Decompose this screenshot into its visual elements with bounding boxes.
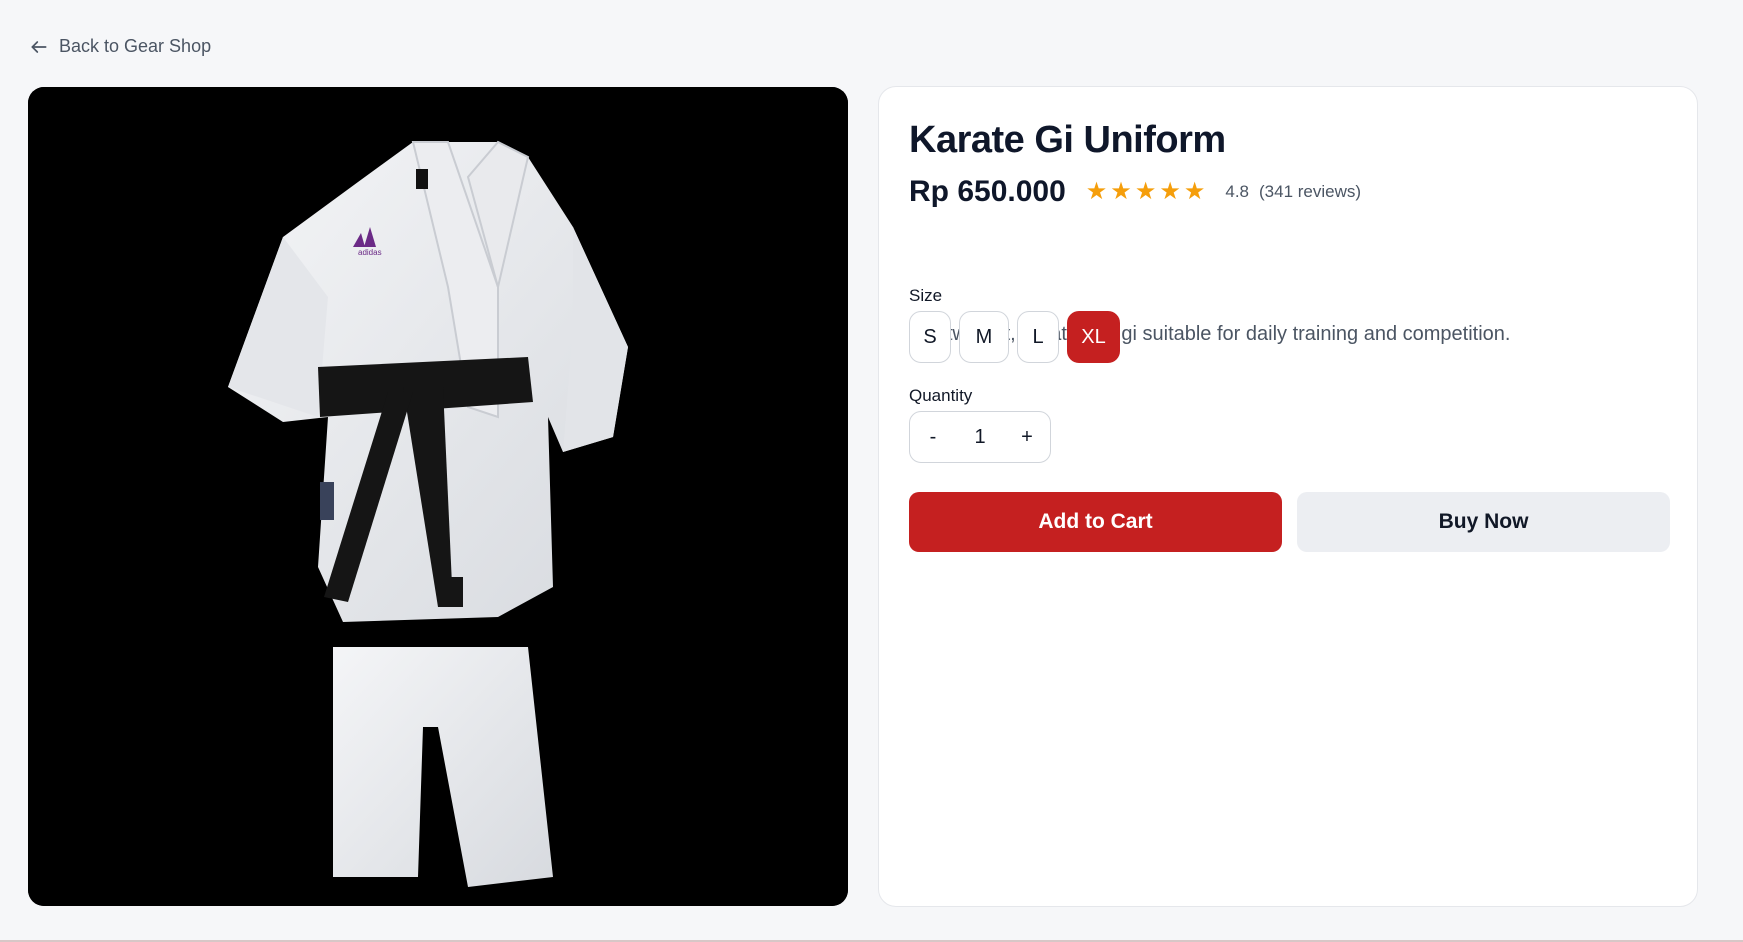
product-image: adidas [28,87,848,906]
karate-gi-illustration: adidas [28,87,848,906]
purchase-actions: Add to Cart Buy Now [909,492,1670,552]
quantity-value[interactable]: 1 [974,426,985,449]
quantity-label: Quantity [909,386,973,405]
quantity-stepper: - 1 + [909,411,1051,463]
star-icon: ★ [1110,178,1132,205]
price-rating-row: Rp 650.000 ★ ★ ★ ★ ★ 4.8 (341 reviews) [909,175,1361,209]
quantity-increment-button[interactable]: + [1018,426,1036,449]
product-detail-card: Karate Gi Uniform Rp 650.000 ★ ★ ★ ★ ★ 4… [878,86,1698,907]
rating-stars: ★ ★ ★ ★ ★ [1086,180,1206,204]
back-link-label: Back to Gear Shop [59,36,212,56]
review-count: (341 reviews) [1259,182,1362,201]
size-option-xl[interactable]: XL [1067,311,1120,363]
star-icon: ★ [1183,178,1206,205]
size-label: Size [909,286,943,305]
add-to-cart-button[interactable]: Add to Cart [909,492,1282,552]
size-option-m[interactable]: M [959,311,1009,363]
arrow-left-icon [31,40,47,53]
product-price: Rp 650.000 [909,175,1066,208]
size-option-l[interactable]: L [1017,311,1059,363]
star-icon: ★ [1159,178,1181,205]
size-option-s[interactable]: S [909,311,951,363]
buy-now-button[interactable]: Buy Now [1297,492,1670,552]
quantity-decrement-button[interactable]: - [924,426,942,449]
star-icon: ★ [1134,178,1157,205]
size-options: S M L XL [909,311,1120,363]
back-to-gear-shop-link[interactable]: Back to Gear Shop [29,36,211,57]
star-icon: ★ [1085,178,1108,205]
rating-value: 4.8 [1225,182,1249,201]
product-title: Karate Gi Uniform [909,119,1226,161]
svg-text:adidas: adidas [358,248,382,257]
